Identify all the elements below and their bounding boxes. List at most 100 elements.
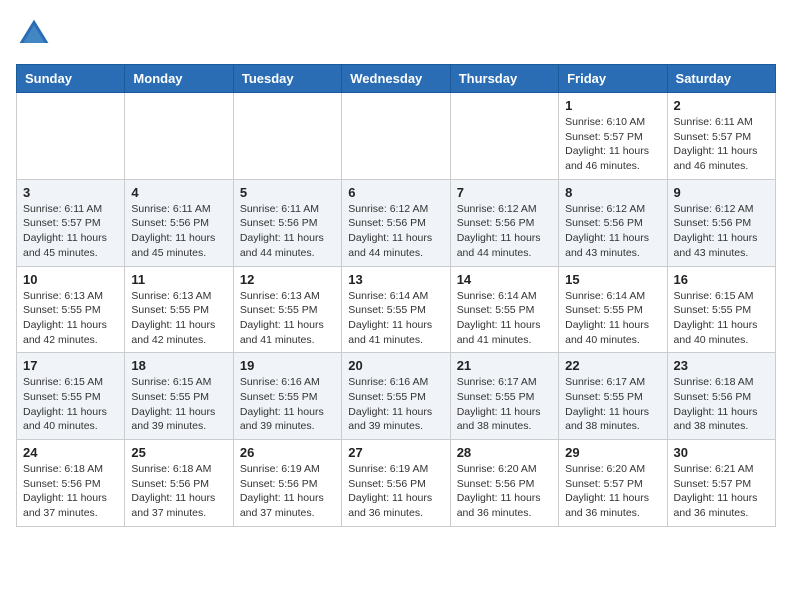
day-number: 16 — [674, 272, 769, 287]
calendar-cell: 22 Sunrise: 6:17 AMSunset: 5:55 PMDayligh… — [559, 353, 667, 440]
day-info: Sunrise: 6:14 AMSunset: 5:55 PMDaylight:… — [457, 289, 552, 348]
calendar-week-3: 10 Sunrise: 6:13 AMSunset: 5:55 PMDayligh… — [17, 266, 776, 353]
day-info: Sunrise: 6:18 AMSunset: 5:56 PMDaylight:… — [23, 462, 118, 521]
calendar-cell: 23 Sunrise: 6:18 AMSunset: 5:56 PMDayligh… — [667, 353, 775, 440]
day-header-thursday: Thursday — [450, 65, 558, 93]
calendar: SundayMondayTuesdayWednesdayThursdayFrid… — [16, 64, 776, 527]
day-info: Sunrise: 6:17 AMSunset: 5:55 PMDaylight:… — [457, 375, 552, 434]
day-number: 10 — [23, 272, 118, 287]
day-info: Sunrise: 6:11 AMSunset: 5:56 PMDaylight:… — [131, 202, 226, 261]
day-number: 6 — [348, 185, 443, 200]
calendar-week-5: 24 Sunrise: 6:18 AMSunset: 5:56 PMDayligh… — [17, 440, 776, 527]
day-info: Sunrise: 6:18 AMSunset: 5:56 PMDaylight:… — [131, 462, 226, 521]
day-info: Sunrise: 6:13 AMSunset: 5:55 PMDaylight:… — [131, 289, 226, 348]
day-number: 21 — [457, 358, 552, 373]
day-info: Sunrise: 6:13 AMSunset: 5:55 PMDaylight:… — [23, 289, 118, 348]
calendar-cell: 28 Sunrise: 6:20 AMSunset: 5:56 PMDayligh… — [450, 440, 558, 527]
day-info: Sunrise: 6:14 AMSunset: 5:55 PMDaylight:… — [565, 289, 660, 348]
day-number: 23 — [674, 358, 769, 373]
calendar-cell: 12 Sunrise: 6:13 AMSunset: 5:55 PMDayligh… — [233, 266, 341, 353]
day-number: 19 — [240, 358, 335, 373]
calendar-cell: 2 Sunrise: 6:11 AMSunset: 5:57 PMDaylight… — [667, 93, 775, 180]
day-number: 26 — [240, 445, 335, 460]
day-info: Sunrise: 6:11 AMSunset: 5:56 PMDaylight:… — [240, 202, 335, 261]
day-info: Sunrise: 6:20 AMSunset: 5:56 PMDaylight:… — [457, 462, 552, 521]
day-info: Sunrise: 6:16 AMSunset: 5:55 PMDaylight:… — [240, 375, 335, 434]
logo — [16, 16, 58, 52]
day-number: 7 — [457, 185, 552, 200]
logo-icon — [16, 16, 52, 52]
day-number: 3 — [23, 185, 118, 200]
day-info: Sunrise: 6:15 AMSunset: 5:55 PMDaylight:… — [23, 375, 118, 434]
day-info: Sunrise: 6:11 AMSunset: 5:57 PMDaylight:… — [674, 115, 769, 174]
calendar-cell — [342, 93, 450, 180]
header — [16, 16, 776, 52]
day-number: 25 — [131, 445, 226, 460]
day-info: Sunrise: 6:15 AMSunset: 5:55 PMDaylight:… — [131, 375, 226, 434]
day-info: Sunrise: 6:10 AMSunset: 5:57 PMDaylight:… — [565, 115, 660, 174]
day-header-saturday: Saturday — [667, 65, 775, 93]
calendar-cell: 8Sunrise: 6:12 AMSunset: 5:56 PMDaylight… — [559, 179, 667, 266]
day-info: Sunrise: 6:12 AMSunset: 5:56 PMDaylight:… — [565, 202, 660, 261]
calendar-cell: 14 Sunrise: 6:14 AMSunset: 5:55 PMDayligh… — [450, 266, 558, 353]
day-info: Sunrise: 6:19 AMSunset: 5:56 PMDaylight:… — [240, 462, 335, 521]
day-number: 9 — [674, 185, 769, 200]
calendar-cell: 17 Sunrise: 6:15 AMSunset: 5:55 PMDayligh… — [17, 353, 125, 440]
day-info: Sunrise: 6:16 AMSunset: 5:55 PMDaylight:… — [348, 375, 443, 434]
calendar-header-row: SundayMondayTuesdayWednesdayThursdayFrid… — [17, 65, 776, 93]
calendar-cell: 6 Sunrise: 6:12 AMSunset: 5:56 PMDaylight… — [342, 179, 450, 266]
day-info: Sunrise: 6:12 AMSunset: 5:56 PMDaylight:… — [674, 202, 769, 261]
day-number: 24 — [23, 445, 118, 460]
calendar-cell: 21 Sunrise: 6:17 AMSunset: 5:55 PMDayligh… — [450, 353, 558, 440]
day-info: Sunrise: 6:21 AMSunset: 5:57 PMDaylight:… — [674, 462, 769, 521]
calendar-cell: 15 Sunrise: 6:14 AMSunset: 5:55 PMDayligh… — [559, 266, 667, 353]
day-number: 5 — [240, 185, 335, 200]
calendar-cell: 4Sunrise: 6:11 AMSunset: 5:56 PMDaylight… — [125, 179, 233, 266]
day-number: 18 — [131, 358, 226, 373]
calendar-cell: 30 Sunrise: 6:21 AMSunset: 5:57 PMDayligh… — [667, 440, 775, 527]
calendar-cell: 24 Sunrise: 6:18 AMSunset: 5:56 PMDayligh… — [17, 440, 125, 527]
calendar-cell: 29Sunrise: 6:20 AMSunset: 5:57 PMDayligh… — [559, 440, 667, 527]
calendar-cell: 10 Sunrise: 6:13 AMSunset: 5:55 PMDayligh… — [17, 266, 125, 353]
day-number: 15 — [565, 272, 660, 287]
day-number: 29 — [565, 445, 660, 460]
calendar-week-1: 1Sunrise: 6:10 AMSunset: 5:57 PMDaylight… — [17, 93, 776, 180]
day-number: 28 — [457, 445, 552, 460]
calendar-cell: 16 Sunrise: 6:15 AMSunset: 5:55 PMDayligh… — [667, 266, 775, 353]
day-info: Sunrise: 6:14 AMSunset: 5:55 PMDaylight:… — [348, 289, 443, 348]
day-number: 2 — [674, 98, 769, 113]
day-number: 30 — [674, 445, 769, 460]
day-info: Sunrise: 6:11 AMSunset: 5:57 PMDaylight:… — [23, 202, 118, 261]
day-number: 14 — [457, 272, 552, 287]
calendar-cell: 25 Sunrise: 6:18 AMSunset: 5:56 PMDayligh… — [125, 440, 233, 527]
day-info: Sunrise: 6:15 AMSunset: 5:55 PMDaylight:… — [674, 289, 769, 348]
day-header-monday: Monday — [125, 65, 233, 93]
day-info: Sunrise: 6:12 AMSunset: 5:56 PMDaylight:… — [457, 202, 552, 261]
calendar-cell: 26 Sunrise: 6:19 AMSunset: 5:56 PMDayligh… — [233, 440, 341, 527]
calendar-cell: 5 Sunrise: 6:11 AMSunset: 5:56 PMDaylight… — [233, 179, 341, 266]
calendar-cell: 19 Sunrise: 6:16 AMSunset: 5:55 PMDayligh… — [233, 353, 341, 440]
calendar-cell: 3 Sunrise: 6:11 AMSunset: 5:57 PMDaylight… — [17, 179, 125, 266]
day-info: Sunrise: 6:13 AMSunset: 5:55 PMDaylight:… — [240, 289, 335, 348]
day-number: 13 — [348, 272, 443, 287]
day-header-tuesday: Tuesday — [233, 65, 341, 93]
day-number: 20 — [348, 358, 443, 373]
day-header-sunday: Sunday — [17, 65, 125, 93]
calendar-week-4: 17 Sunrise: 6:15 AMSunset: 5:55 PMDayligh… — [17, 353, 776, 440]
day-number: 17 — [23, 358, 118, 373]
day-info: Sunrise: 6:17 AMSunset: 5:55 PMDaylight:… — [565, 375, 660, 434]
day-info: Sunrise: 6:19 AMSunset: 5:56 PMDaylight:… — [348, 462, 443, 521]
calendar-cell: 1Sunrise: 6:10 AMSunset: 5:57 PMDaylight… — [559, 93, 667, 180]
day-info: Sunrise: 6:18 AMSunset: 5:56 PMDaylight:… — [674, 375, 769, 434]
calendar-cell: 7 Sunrise: 6:12 AMSunset: 5:56 PMDaylight… — [450, 179, 558, 266]
calendar-cell — [450, 93, 558, 180]
day-number: 12 — [240, 272, 335, 287]
day-number: 27 — [348, 445, 443, 460]
day-info: Sunrise: 6:12 AMSunset: 5:56 PMDaylight:… — [348, 202, 443, 261]
calendar-week-2: 3 Sunrise: 6:11 AMSunset: 5:57 PMDaylight… — [17, 179, 776, 266]
calendar-cell — [125, 93, 233, 180]
calendar-cell — [233, 93, 341, 180]
day-number: 22 — [565, 358, 660, 373]
day-header-wednesday: Wednesday — [342, 65, 450, 93]
day-header-friday: Friday — [559, 65, 667, 93]
